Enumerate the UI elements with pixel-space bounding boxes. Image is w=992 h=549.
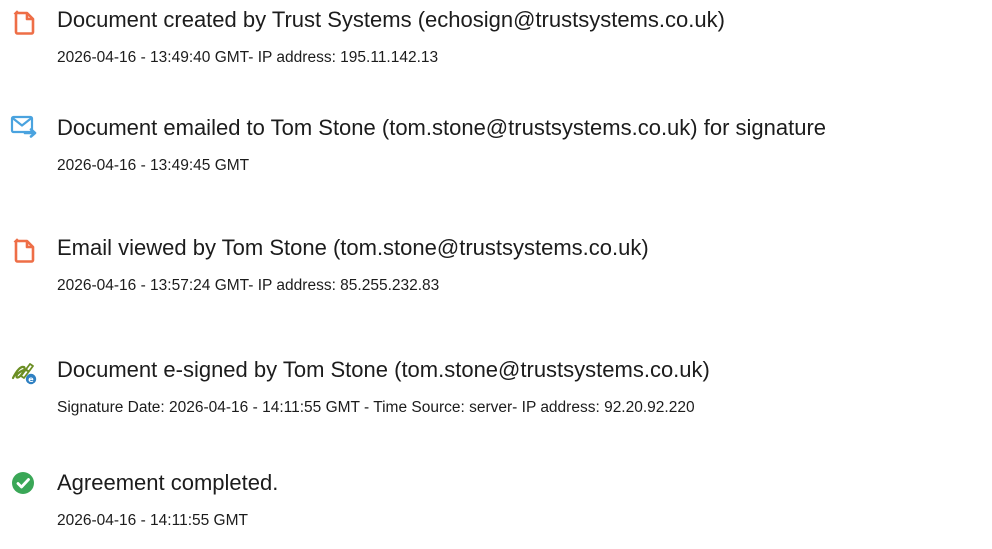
e-signed-icon: e [10, 358, 38, 386]
email-viewed-icon [10, 236, 38, 264]
audit-event-agreement-completed: Agreement completed. 2026-04-16 - 14:11:… [10, 469, 990, 549]
event-detail: 2026-04-16 - 13:49:45 GMT [57, 157, 250, 174]
event-title: Document created by Trust Systems (echos… [57, 7, 725, 32]
audit-event-document-emailed: Document emailed to Tom Stone (tom.stone… [10, 114, 990, 194]
event-detail: 2026-04-16 - 13:49:40 GMT- IP address: 1… [57, 49, 439, 66]
event-detail: 2026-04-16 - 13:57:24 GMT- IP address: 8… [57, 277, 440, 294]
email-sent-icon [10, 112, 38, 140]
audit-event-document-created: Document created by Trust Systems (echos… [10, 6, 990, 86]
agreement-completed-icon [10, 469, 38, 497]
event-title: Document emailed to Tom Stone (tom.stone… [57, 115, 827, 140]
document-created-icon [10, 8, 38, 36]
event-detail: Signature Date: 2026-04-16 - 14:11:55 GM… [57, 399, 695, 416]
audit-event-email-viewed: Email viewed by Tom Stone (tom.stone@tru… [10, 234, 990, 314]
event-title: Agreement completed. [57, 470, 279, 495]
event-detail: 2026-04-16 - 14:11:55 GMT [57, 512, 248, 529]
svg-text:e: e [28, 375, 34, 384]
event-title: Document e-signed by Tom Stone (tom.ston… [57, 357, 710, 382]
event-title: Email viewed by Tom Stone (tom.stone@tru… [57, 235, 649, 260]
audit-event-e-signed: e Document e-signed by Tom Stone (tom.st… [10, 356, 990, 436]
